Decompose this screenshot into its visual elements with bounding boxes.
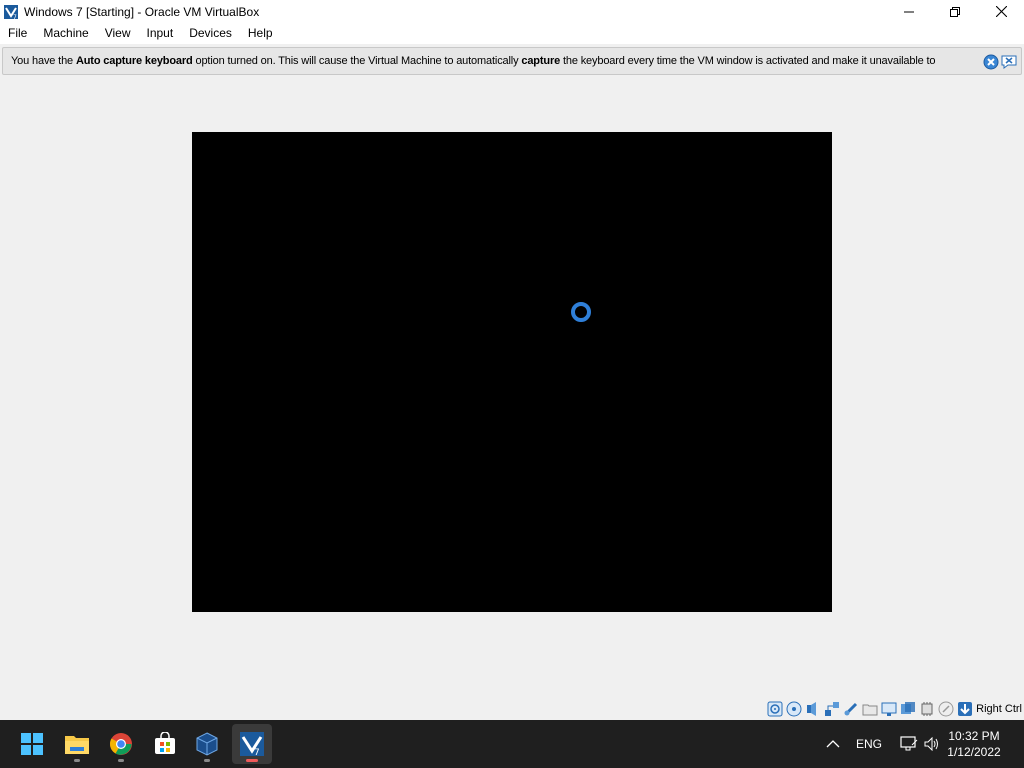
usb-icon[interactable] — [843, 701, 859, 717]
vm-window-button[interactable]: 7 — [232, 724, 272, 764]
menu-help[interactable]: Help — [240, 23, 281, 44]
display-icon[interactable] — [881, 701, 897, 717]
maximize-button[interactable] — [932, 0, 978, 23]
optical-drive-icon[interactable] — [786, 701, 802, 717]
minimize-button[interactable] — [886, 0, 932, 23]
store-icon — [155, 732, 175, 754]
mouse-integration-icon[interactable] — [938, 701, 954, 717]
virtualbox-icon — [196, 732, 218, 756]
show-hidden-icons-chevron-up-icon[interactable] — [826, 739, 840, 749]
notice-text-3: the keyboard every time the VM window is… — [560, 55, 936, 67]
svg-text:7: 7 — [254, 748, 260, 757]
hard-disk-icon[interactable] — [767, 701, 783, 717]
virtualbox-window-icon: 7 — [4, 4, 18, 20]
virtualbox-button[interactable] — [187, 724, 227, 764]
network-icon[interactable] — [824, 701, 840, 717]
menu-bar: File Machine View Input Devices Help — [0, 23, 1024, 44]
start-button[interactable] — [12, 724, 52, 764]
menu-input[interactable]: Input — [139, 23, 182, 44]
volume-icon[interactable] — [924, 737, 940, 751]
video-capture-icon[interactable] — [900, 701, 916, 717]
close-icon — [995, 6, 1007, 17]
menu-file[interactable]: File — [0, 23, 35, 44]
file-explorer-button[interactable] — [57, 724, 97, 764]
vm-display-area — [0, 77, 1024, 698]
close-button[interactable] — [978, 0, 1024, 23]
loading-spinner-icon — [571, 302, 591, 322]
notice-text-2: option turned on. This will cause the Vi… — [192, 55, 522, 67]
notification-text: You have the Auto capture keyboard optio… — [3, 55, 967, 67]
chrome-button[interactable] — [101, 724, 141, 764]
language-indicator[interactable]: ENG — [856, 737, 882, 751]
system-tray: ENG — [826, 720, 940, 768]
clock-time: 10:32 PM — [948, 729, 1000, 743]
cpu-icon[interactable] — [919, 701, 935, 717]
clock-date: 1/12/2022 — [947, 745, 1001, 759]
chrome-icon — [110, 733, 132, 755]
keyboard-capture-icon[interactable] — [957, 701, 973, 717]
svg-text:7: 7 — [13, 14, 17, 20]
notice-bold-auto-capture: Auto capture keyboard — [75, 55, 193, 67]
restore-icon — [950, 6, 960, 17]
vm-status-bar: Right Ctrl — [0, 698, 1024, 720]
host-key-label: Right Ctrl — [976, 703, 1022, 715]
close-message-icon[interactable] — [983, 54, 999, 70]
notice-bold-capture: capture — [521, 55, 561, 67]
shared-folders-icon[interactable] — [862, 701, 878, 717]
menu-view[interactable]: View — [97, 23, 139, 44]
start-icon — [21, 733, 43, 755]
store-button[interactable] — [145, 724, 185, 764]
title-bar: 7 Windows 7 [Starting] - Oracle VM Virtu… — [0, 0, 1024, 23]
file-explorer-icon — [65, 736, 89, 754]
window-title: Windows 7 [Starting] - Oracle VM Virtual… — [24, 4, 260, 19]
dont-show-again-icon[interactable] — [1001, 54, 1017, 70]
notice-text-1: You have the — [11, 55, 76, 67]
audio-icon[interactable] — [805, 701, 821, 717]
vm-screen[interactable] — [192, 132, 832, 612]
windows-taskbar: 7 ENG 10:32 PM 1/12/2022 — [0, 720, 1024, 768]
minimize-icon — [904, 11, 914, 12]
menu-devices[interactable]: Devices — [181, 23, 240, 44]
taskbar-clock[interactable]: 10:32 PM 1/12/2022 — [944, 728, 1004, 760]
vm-window-icon: 7 — [240, 732, 264, 757]
auto-capture-notification: You have the Auto capture keyboard optio… — [2, 47, 1022, 75]
network-status-icon[interactable] — [900, 736, 918, 752]
menu-machine[interactable]: Machine — [35, 23, 96, 44]
